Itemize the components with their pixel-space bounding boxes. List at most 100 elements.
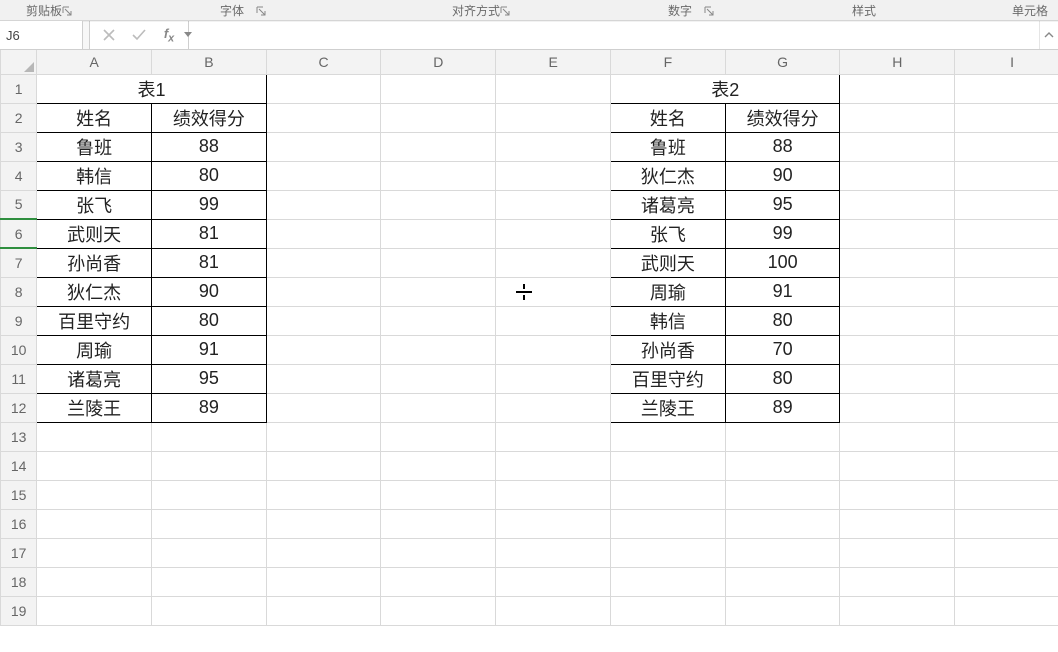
row-header[interactable]: 10 xyxy=(1,335,37,364)
cell[interactable] xyxy=(840,335,955,364)
cell[interactable] xyxy=(496,509,611,538)
row-header[interactable]: 9 xyxy=(1,306,37,335)
cell[interactable]: 表1 xyxy=(37,74,267,103)
cell[interactable] xyxy=(610,596,725,625)
cell[interactable] xyxy=(955,567,1058,596)
cell[interactable]: 周瑜 xyxy=(37,335,152,364)
cell[interactable]: 孙尚香 xyxy=(610,335,725,364)
cell[interactable] xyxy=(266,161,381,190)
cell[interactable] xyxy=(381,480,496,509)
row-header[interactable]: 2 xyxy=(1,103,37,132)
cell[interactable] xyxy=(266,277,381,306)
cell[interactable] xyxy=(840,509,955,538)
cell[interactable] xyxy=(610,509,725,538)
dialog-launcher-button[interactable] xyxy=(256,6,268,18)
cell[interactable] xyxy=(610,480,725,509)
column-header[interactable]: I xyxy=(955,50,1058,74)
cell[interactable] xyxy=(381,132,496,161)
cell[interactable] xyxy=(266,567,381,596)
formula-bar-expand-button[interactable] xyxy=(1039,21,1058,49)
row-header[interactable]: 12 xyxy=(1,393,37,422)
cell[interactable]: 91 xyxy=(725,277,840,306)
cell[interactable] xyxy=(725,538,840,567)
cell[interactable] xyxy=(151,451,266,480)
cell[interactable] xyxy=(840,277,955,306)
cell[interactable]: 90 xyxy=(725,161,840,190)
cell[interactable] xyxy=(955,335,1058,364)
cell[interactable] xyxy=(840,74,955,103)
cell[interactable]: 100 xyxy=(725,248,840,277)
cell[interactable] xyxy=(381,190,496,219)
cell[interactable] xyxy=(496,422,611,451)
cell[interactable] xyxy=(955,480,1058,509)
cell[interactable] xyxy=(496,451,611,480)
cell[interactable] xyxy=(381,306,496,335)
row-header[interactable]: 18 xyxy=(1,567,37,596)
cell[interactable] xyxy=(955,422,1058,451)
cell[interactable] xyxy=(840,161,955,190)
cell[interactable] xyxy=(381,161,496,190)
cell[interactable]: 鲁班 xyxy=(610,132,725,161)
cell[interactable] xyxy=(381,451,496,480)
cell[interactable] xyxy=(840,393,955,422)
cell[interactable]: 99 xyxy=(725,219,840,248)
cell[interactable] xyxy=(151,538,266,567)
cell[interactable] xyxy=(266,132,381,161)
cell[interactable]: 百里守约 xyxy=(37,306,152,335)
cell[interactable] xyxy=(840,422,955,451)
cell[interactable]: 88 xyxy=(725,132,840,161)
cell[interactable] xyxy=(840,364,955,393)
cell[interactable] xyxy=(496,277,611,306)
cell[interactable]: 诸葛亮 xyxy=(37,364,152,393)
cell[interactable] xyxy=(955,596,1058,625)
cell[interactable] xyxy=(266,103,381,132)
cell[interactable] xyxy=(496,364,611,393)
cell[interactable]: 张飞 xyxy=(610,219,725,248)
cell[interactable] xyxy=(725,509,840,538)
cell[interactable] xyxy=(840,219,955,248)
cell[interactable] xyxy=(955,393,1058,422)
cell[interactable]: 81 xyxy=(151,219,266,248)
column-header[interactable]: A xyxy=(37,50,152,74)
cell[interactable] xyxy=(955,306,1058,335)
cell[interactable] xyxy=(266,393,381,422)
cell[interactable] xyxy=(266,538,381,567)
row-header[interactable]: 5 xyxy=(1,190,37,219)
cell[interactable]: 武则天 xyxy=(610,248,725,277)
row-header[interactable]: 17 xyxy=(1,538,37,567)
cell[interactable] xyxy=(151,480,266,509)
cell[interactable] xyxy=(840,480,955,509)
cell[interactable] xyxy=(381,538,496,567)
cell[interactable]: 80 xyxy=(725,364,840,393)
cell[interactable] xyxy=(266,451,381,480)
cell[interactable]: 99 xyxy=(151,190,266,219)
row-header[interactable]: 4 xyxy=(1,161,37,190)
row-header[interactable]: 16 xyxy=(1,509,37,538)
cell[interactable] xyxy=(37,538,152,567)
cell[interactable]: 韩信 xyxy=(610,306,725,335)
row-header[interactable]: 1 xyxy=(1,74,37,103)
cell[interactable] xyxy=(840,451,955,480)
cell[interactable] xyxy=(725,480,840,509)
select-all-corner[interactable] xyxy=(1,50,37,74)
cell[interactable] xyxy=(840,190,955,219)
name-box-input[interactable] xyxy=(4,27,184,44)
cell[interactable] xyxy=(840,538,955,567)
cell[interactable] xyxy=(266,306,381,335)
cell[interactable]: 表2 xyxy=(610,74,840,103)
cell[interactable] xyxy=(840,567,955,596)
cell[interactable] xyxy=(840,596,955,625)
formula-input[interactable] xyxy=(189,21,1039,49)
cell[interactable] xyxy=(266,596,381,625)
cell[interactable] xyxy=(381,277,496,306)
cell[interactable] xyxy=(725,596,840,625)
cell[interactable]: 姓名 xyxy=(37,103,152,132)
cell[interactable] xyxy=(496,132,611,161)
cell[interactable] xyxy=(151,422,266,451)
row-header[interactable]: 7 xyxy=(1,248,37,277)
cell[interactable]: 张飞 xyxy=(37,190,152,219)
cell[interactable]: 80 xyxy=(151,306,266,335)
cell[interactable] xyxy=(37,480,152,509)
cell[interactable] xyxy=(37,596,152,625)
cell[interactable] xyxy=(496,596,611,625)
